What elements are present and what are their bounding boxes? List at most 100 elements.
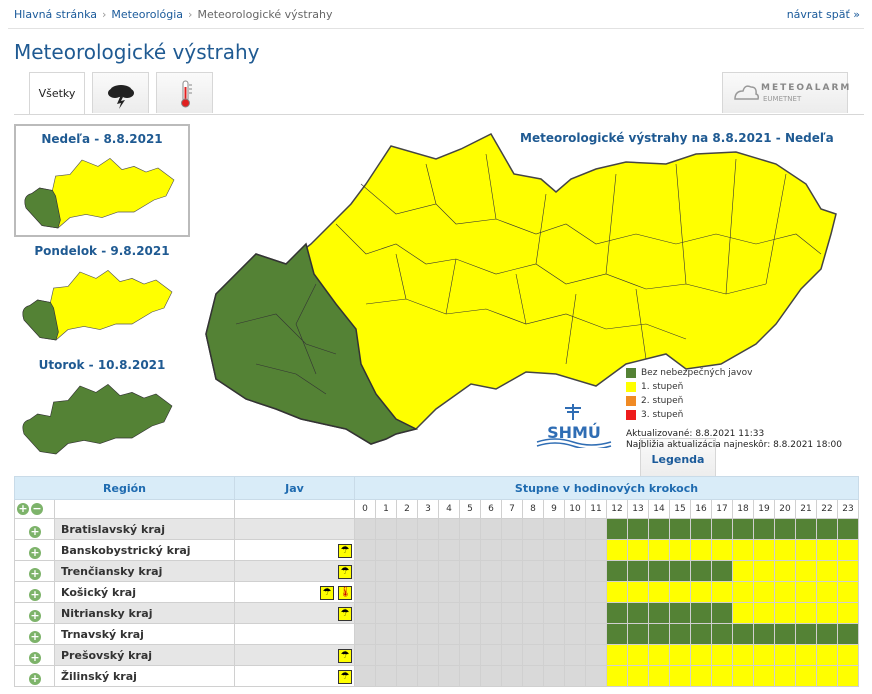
day-label: Pondelok - 9.8.2021	[34, 244, 170, 258]
region-name: Košický kraj	[54, 581, 235, 603]
back-link[interactable]: návrat späť »	[787, 8, 860, 21]
expand-row-icon[interactable]: +	[29, 651, 41, 664]
hour-level-cell	[459, 539, 481, 561]
hour-level-cell	[774, 602, 796, 624]
tab-temperature[interactable]	[156, 72, 213, 113]
hour-level-cell	[606, 644, 628, 666]
table-row: + Žilinský kraj ☂	[14, 665, 859, 687]
expand-row-icon[interactable]: +	[29, 609, 41, 622]
hour-level-cell	[627, 518, 649, 540]
hour-level-cell	[606, 602, 628, 624]
expand-row-icon[interactable]: +	[29, 672, 41, 685]
thunderstorm-warning-icon[interactable]: ☂	[338, 670, 352, 684]
hour-level-cell	[564, 602, 586, 624]
hour-level-cell	[795, 539, 817, 561]
thermometer-icon	[181, 80, 192, 108]
meteoalarm-label: METEOALARM	[761, 83, 852, 93]
hour-level-cell	[522, 602, 544, 624]
thunderstorm-warning-icon[interactable]: ☂	[320, 586, 334, 600]
phenomenon-cell: ☂	[234, 644, 355, 666]
expand-cell: +	[14, 644, 55, 666]
expand-row-icon[interactable]: +	[29, 567, 41, 580]
collapse-all-icon[interactable]: −	[31, 503, 43, 515]
table-header-row: Región Jav Stupne v hodinových krokoch	[14, 476, 859, 500]
day-card-tuesday[interactable]: Utorok - 10.8.2021	[14, 358, 190, 463]
hour-level-cell	[816, 560, 838, 582]
hour-level-cell	[438, 623, 460, 645]
hour-level-cell	[774, 560, 796, 582]
hour-level-cell	[522, 560, 544, 582]
hour-level-cell	[354, 539, 376, 561]
hour-level-cell	[795, 665, 817, 687]
hour-level-cell	[648, 665, 670, 687]
hour-level-cell	[732, 539, 754, 561]
region-name: Prešovský kraj	[54, 644, 235, 666]
hour-level-cell	[690, 518, 712, 540]
hour-level-cell	[753, 623, 775, 645]
chevron-right-icon: ›	[188, 8, 193, 21]
hour-level-cell	[690, 665, 712, 687]
tab-storm[interactable]	[92, 72, 149, 113]
mini-map-monday	[22, 269, 173, 341]
expand-cell: +	[14, 602, 55, 624]
expand-row-icon[interactable]: +	[29, 588, 41, 601]
day-card-monday[interactable]: Pondelok - 9.8.2021	[14, 244, 190, 349]
phenomenon-cell: ☂	[234, 665, 355, 687]
table-body: + Bratislavský kraj + Banskobystrický kraj ☂…	[14, 518, 859, 687]
expand-cell: +	[14, 539, 55, 561]
meteoalarm-link[interactable]: METEOALARM EUMETNET	[722, 72, 852, 113]
hour-level-cell	[417, 665, 439, 687]
expand-cell: +	[14, 560, 55, 582]
hour-level-cell	[480, 518, 502, 540]
thunderstorm-warning-icon[interactable]: ☂	[338, 544, 352, 558]
hour-level-cell	[396, 560, 418, 582]
thunderstorm-warning-icon[interactable]: ☂	[338, 565, 352, 579]
hour-header: 22	[816, 499, 838, 519]
tab-all[interactable]: Všetky	[29, 72, 85, 114]
hour-level-cell	[501, 518, 523, 540]
hour-level-cell	[438, 665, 460, 687]
hour-header: 12	[606, 499, 628, 519]
hour-level-cell	[774, 665, 796, 687]
expand-row-icon[interactable]: +	[29, 630, 41, 643]
hour-level-cell	[564, 518, 586, 540]
hours-row: + − 0 1 2 3 4 5 6 7 8 9 10 11 12 13 14 15 16 17 18 19 20 21 22 2…	[14, 499, 859, 519]
mini-map-sunday	[24, 157, 175, 229]
expand-all-icon[interactable]: +	[17, 503, 29, 515]
hour-level-cell	[627, 602, 649, 624]
hour-level-cell	[816, 623, 838, 645]
expand-row-icon[interactable]: +	[29, 546, 41, 559]
thunderstorm-warning-icon[interactable]: ☂	[338, 649, 352, 663]
phenomenon-cell: ☂	[234, 560, 355, 582]
hour-level-cell	[711, 518, 733, 540]
hour-level-cell	[396, 602, 418, 624]
day-card-sunday[interactable]: Nedeľa - 8.8.2021	[14, 124, 190, 237]
expand-cell: +	[14, 581, 55, 603]
hour-level-cell	[438, 560, 460, 582]
heat-warning-icon[interactable]: 🌡	[338, 586, 352, 600]
phenomenon-cell: ☂ 🌡	[234, 581, 355, 603]
hour-level-cell	[795, 623, 817, 645]
breadcrumb-home-link[interactable]: Hlavná stránka	[14, 8, 97, 21]
hour-header: 13	[627, 499, 649, 519]
hour-level-cell	[711, 602, 733, 624]
expand-row-icon[interactable]: +	[29, 525, 41, 538]
hour-level-cell	[648, 560, 670, 582]
breadcrumb-current: Meteorologické výstrahy	[197, 8, 333, 21]
hour-level-cell	[753, 518, 775, 540]
blank-cell	[234, 499, 355, 519]
hour-level-cell	[627, 623, 649, 645]
thunderstorm-warning-icon[interactable]: ☂	[338, 607, 352, 621]
hour-level-cell	[417, 539, 439, 561]
hour-header: 10	[564, 499, 586, 519]
hour-level-cell	[732, 581, 754, 603]
hour-level-cell	[459, 560, 481, 582]
hour-level-cell	[837, 665, 859, 687]
hour-level-cell	[375, 623, 397, 645]
hour-level-cell	[354, 665, 376, 687]
hour-header: 20	[774, 499, 796, 519]
hour-level-cell	[564, 539, 586, 561]
breadcrumb-section-link[interactable]: Meteorológia	[111, 8, 183, 21]
hour-level-cell	[375, 665, 397, 687]
hour-level-cell	[501, 623, 523, 645]
